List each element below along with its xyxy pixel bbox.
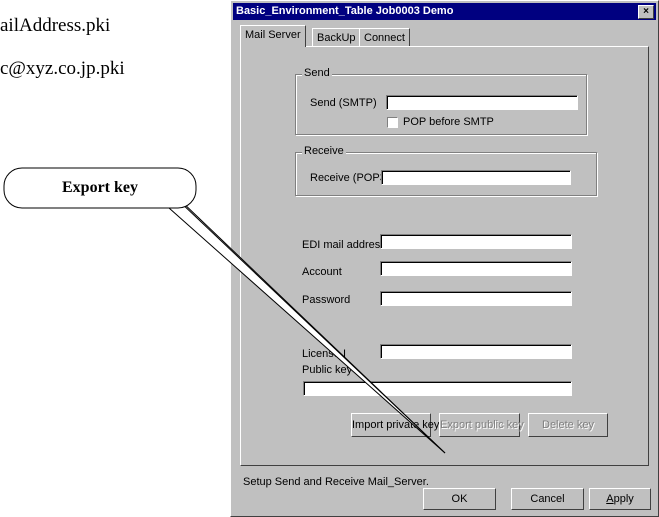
tab-connect[interactable]: Connect <box>359 28 410 47</box>
tab-backup[interactable]: BackUp <box>312 28 361 47</box>
window-title: Basic_Environment_Table Job0003 Demo <box>236 5 454 17</box>
password-input[interactable] <box>380 291 572 306</box>
title-bar: Basic_Environment_Table Job0003 Demo × <box>233 3 656 20</box>
pop-before-smtp-label: POP before SMTP <box>403 116 494 128</box>
send-smtp-label: Send (SMTP) <box>310 97 377 109</box>
apply-button[interactable]: Apply <box>589 488 651 510</box>
pop-before-smtp-checkbox[interactable] <box>387 117 398 128</box>
import-private-key-button[interactable]: Import private key <box>351 413 439 437</box>
close-icon: × <box>643 6 649 17</box>
receive-pop3-input[interactable] <box>381 170 571 185</box>
receive-group: Receive Receive (POP3) <box>295 145 597 196</box>
license-label: License I <box>302 348 347 360</box>
edi-mail-address-input[interactable] <box>380 234 572 249</box>
password-label: Password <box>302 294 351 306</box>
send-group: Send Send (SMTP) POP before SMTP <box>295 67 587 135</box>
license-input[interactable] <box>380 344 572 359</box>
document-text-line-1: ailAddress.pki <box>0 15 111 36</box>
export-public-key-button[interactable]: Export public key <box>439 413 524 437</box>
apply-mnemonic: A <box>606 493 614 505</box>
apply-label-rest: pply <box>613 493 634 505</box>
send-group-title: Send <box>302 67 332 79</box>
receive-pop3-label: Receive (POP3) <box>310 172 390 184</box>
status-text: Setup Send and Receive Mail_Server. <box>243 476 429 488</box>
public-key-label: Public key <box>302 364 353 376</box>
mail-server-panel: Send Send (SMTP) POP before SMTP Receive… <box>240 46 649 466</box>
document-text-line-2: c@xyz.co.jp.pki <box>0 58 125 79</box>
delete-key-button[interactable]: Delete key <box>528 413 608 437</box>
cancel-button[interactable]: Cancel <box>511 488 584 510</box>
tab-mail-server[interactable]: Mail Server <box>240 25 306 47</box>
callout-bubble <box>3 167 197 209</box>
edi-mail-address-label: EDI mail address <box>302 239 386 251</box>
send-smtp-input[interactable] <box>386 95 578 110</box>
close-button[interactable]: × <box>638 5 654 19</box>
account-label: Account <box>302 266 342 278</box>
receive-group-title: Receive <box>302 145 346 157</box>
callout-label: Export key <box>62 179 138 196</box>
dialog-window: Basic_Environment_Table Job0003 Demo × M… <box>230 0 659 517</box>
account-input[interactable] <box>380 261 572 276</box>
public-key-input[interactable] <box>303 381 572 396</box>
ok-button[interactable]: OK <box>423 488 496 510</box>
